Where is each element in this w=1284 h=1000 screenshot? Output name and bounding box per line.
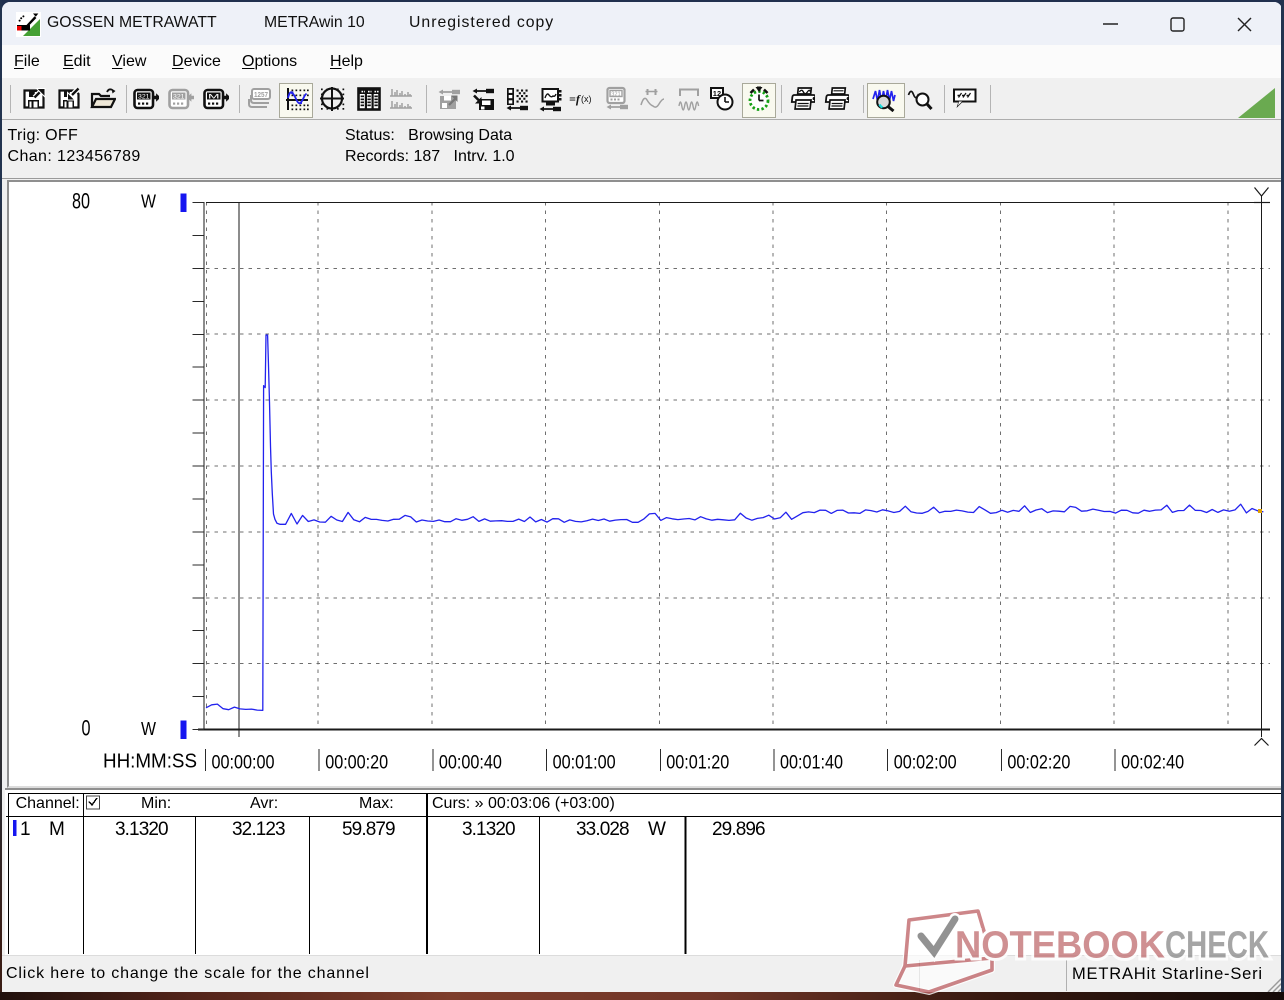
svg-text:W: W bbox=[141, 719, 156, 739]
svg-text:80: 80 bbox=[72, 189, 90, 214]
svg-text:0: 0 bbox=[82, 716, 91, 741]
svg-text:NOTEBOOK: NOTEBOOK bbox=[955, 925, 1166, 967]
svg-text:HH:MM:SS: HH:MM:SS bbox=[103, 751, 197, 773]
svg-text:00:01:00: 00:01:00 bbox=[553, 753, 616, 774]
svg-text:00:01:20: 00:01:20 bbox=[666, 753, 729, 774]
svg-text:00:02:40: 00:02:40 bbox=[1121, 753, 1184, 774]
svg-text:00:02:00: 00:02:00 bbox=[894, 753, 957, 774]
svg-text:00:00:00: 00:00:00 bbox=[212, 753, 275, 774]
svg-text:00:00:20: 00:00:20 bbox=[325, 753, 388, 774]
svg-text:W: W bbox=[141, 192, 156, 212]
svg-text:00:02:20: 00:02:20 bbox=[1007, 753, 1070, 774]
svg-text:00:00:40: 00:00:40 bbox=[439, 753, 502, 774]
svg-text:00:01:40: 00:01:40 bbox=[780, 753, 843, 774]
svg-text:CHECK: CHECK bbox=[1165, 925, 1269, 967]
